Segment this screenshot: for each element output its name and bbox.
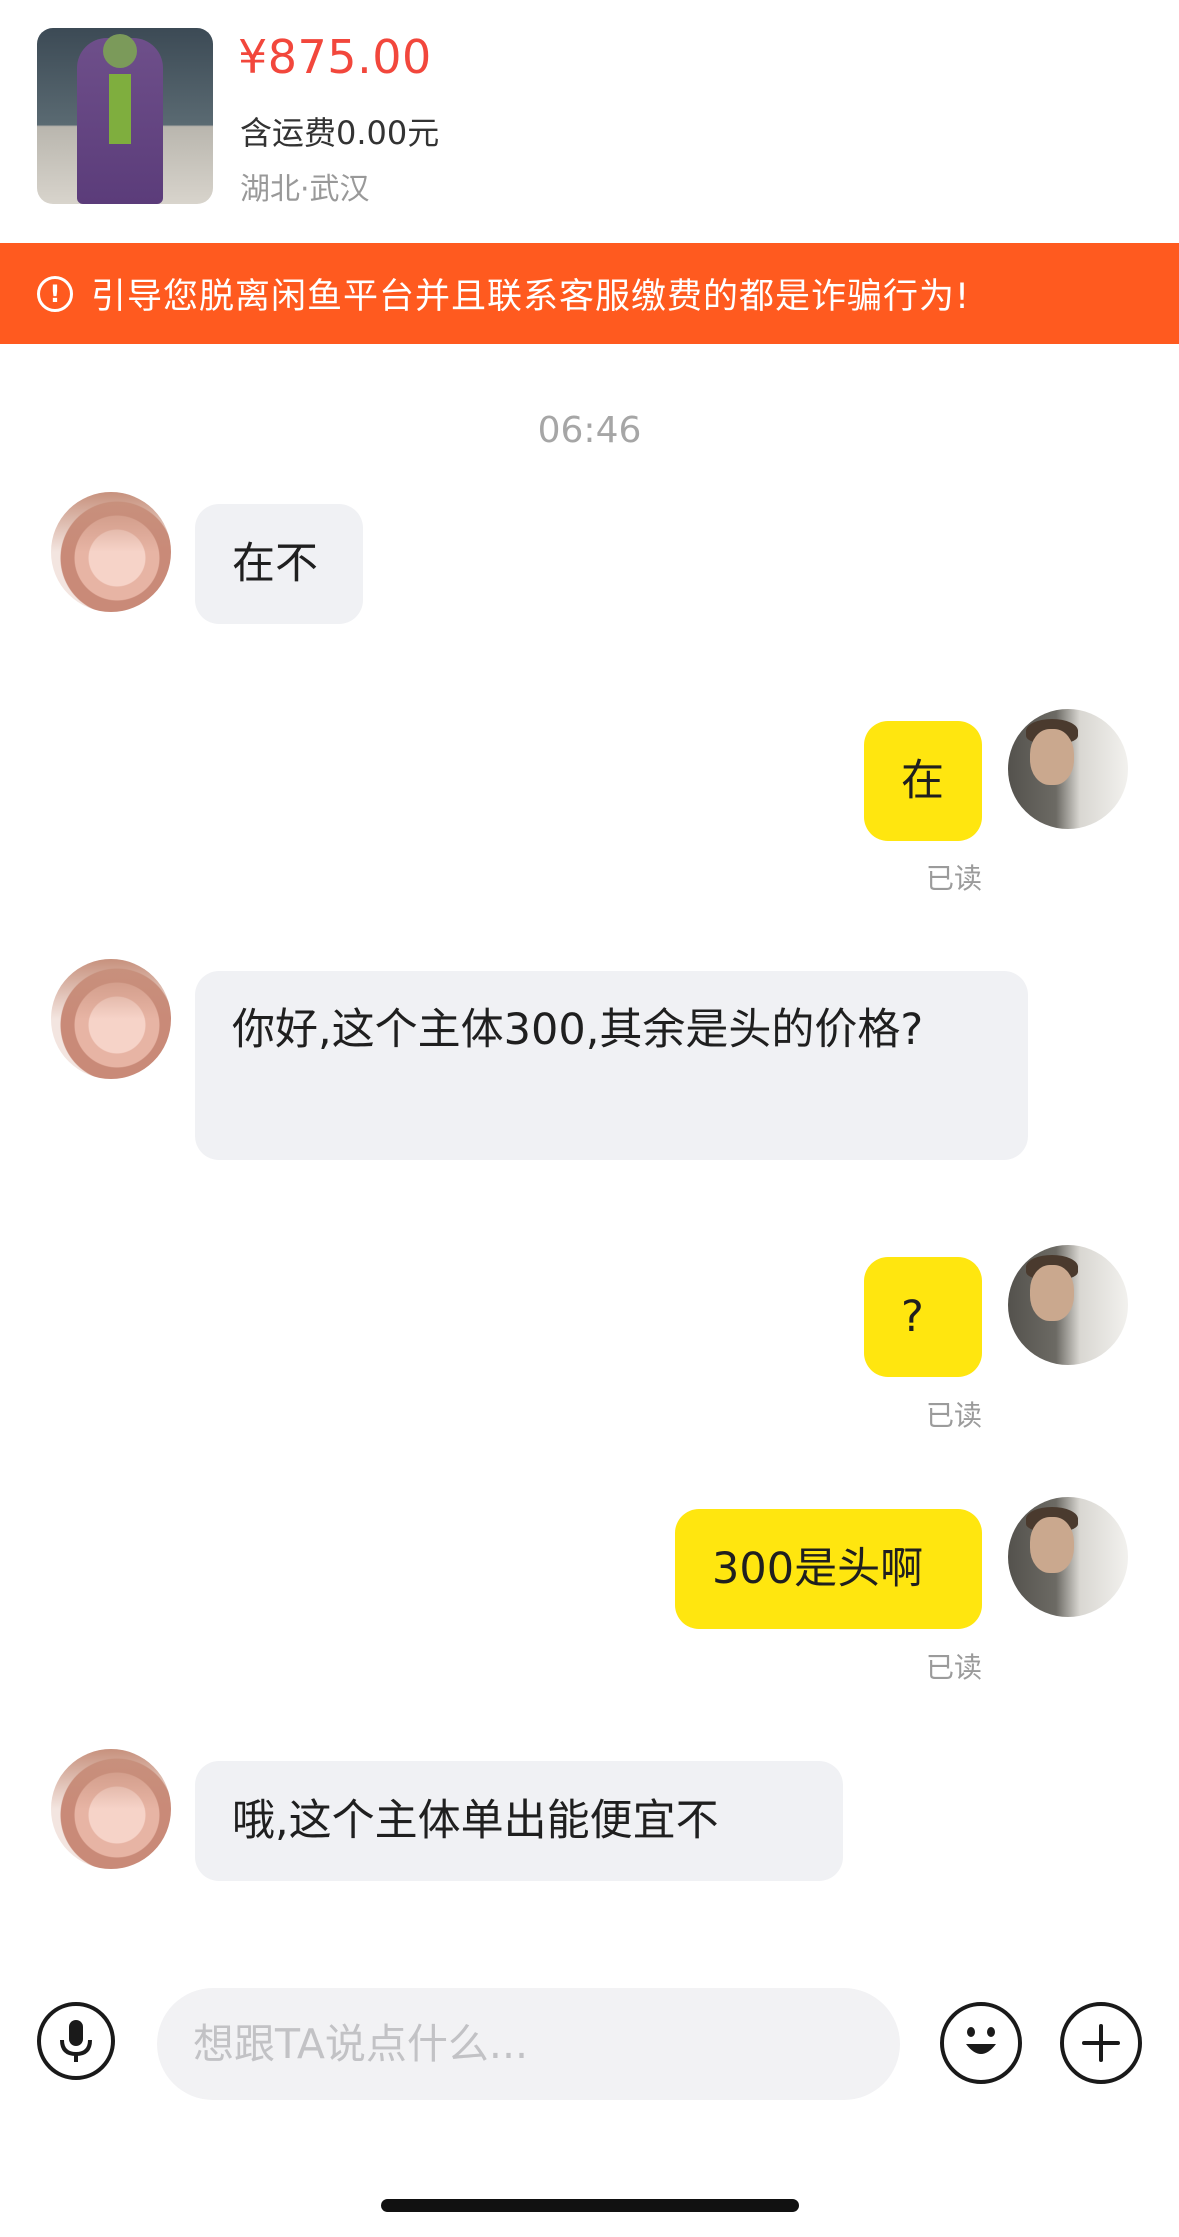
message-bubble-incoming[interactable]: 你好,这个主体300,其余是头的价格? — [195, 971, 1028, 1160]
microphone-icon[interactable] — [37, 2002, 115, 2080]
message-bubble-outgoing[interactable]: 在 — [864, 721, 982, 841]
avatar[interactable] — [1008, 1245, 1128, 1365]
avatar[interactable] — [1008, 709, 1128, 829]
smiley-icon[interactable] — [940, 2002, 1022, 2084]
chat-messages[interactable]: 06:46 在不 在 已读 你好,这个主体300,其余是头的价格? ? 已读 3… — [0, 344, 1179, 1944]
avatar-hair-shape — [51, 492, 171, 552]
avatar-hair-shape — [51, 1749, 171, 1809]
message-bubble-outgoing[interactable]: ? — [864, 1257, 982, 1377]
product-location: 湖北·武汉 — [240, 172, 370, 207]
avatar[interactable] — [1008, 1497, 1128, 1617]
chat-timestamp: 06:46 — [537, 410, 642, 451]
product-price: ¥875.00 — [238, 30, 432, 84]
message-bubble-outgoing[interactable]: 300是头啊 — [675, 1509, 982, 1629]
figure-vest-shape — [109, 74, 131, 144]
fraud-warning-banner: ! 引导您脱离闲鱼平台并且联系客服缴费的都是诈骗行为! — [0, 243, 1179, 344]
product-thumbnail[interactable] — [37, 28, 213, 204]
avatar[interactable] — [51, 1749, 171, 1869]
avatar[interactable] — [51, 492, 171, 612]
plus-icon[interactable] — [1060, 2002, 1142, 2084]
message-bubble-incoming[interactable]: 哦,这个主体单出能便宜不 — [195, 1761, 843, 1881]
message-bubble-incoming[interactable]: 在不 — [195, 504, 363, 624]
figure-head-shape — [103, 34, 137, 68]
alert-circle-icon: ! — [37, 275, 73, 312]
product-shipping: 含运费0.00元 — [240, 114, 440, 152]
avatar-hair-shape — [51, 959, 171, 1019]
read-receipt: 已读 — [926, 1399, 983, 1432]
avatar[interactable] — [51, 959, 171, 1079]
home-indicator[interactable] — [381, 2199, 799, 2212]
message-input-bar — [0, 1960, 1179, 2140]
read-receipt: 已读 — [926, 1651, 983, 1684]
message-input[interactable] — [157, 1988, 900, 2100]
read-receipt: 已读 — [926, 862, 983, 895]
avatar-face-shape — [1030, 1265, 1074, 1321]
warning-text: 引导您脱离闲鱼平台并且联系客服缴费的都是诈骗行为! — [91, 277, 971, 317]
avatar-face-shape — [1030, 1517, 1074, 1573]
avatar-face-shape — [1030, 729, 1074, 785]
product-header[interactable]: ¥875.00 含运费0.00元 湖北·武汉 — [0, 0, 1179, 243]
